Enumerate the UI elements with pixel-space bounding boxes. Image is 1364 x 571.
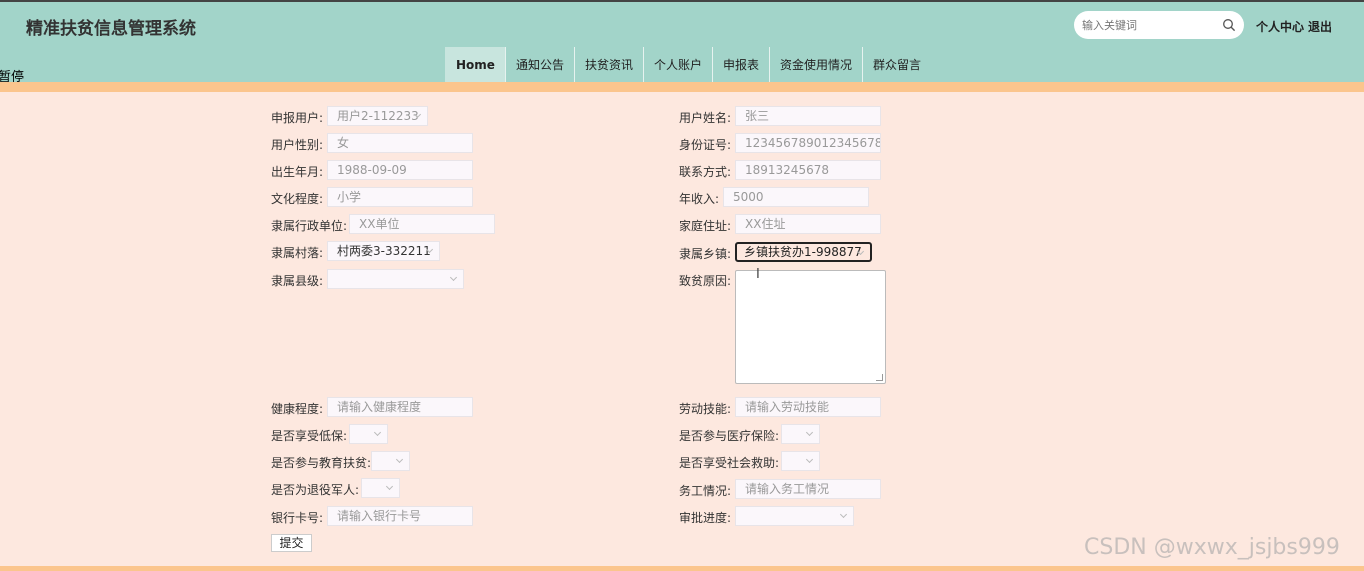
address-label: 家庭住址: xyxy=(679,219,732,233)
admin-unit-label: 隶属行政单位: xyxy=(271,219,348,233)
user-name-label: 用户姓名: xyxy=(679,111,732,125)
admin-unit-input[interactable]: XX单位 xyxy=(349,214,495,234)
county-label: 隶属县级: xyxy=(271,274,324,288)
education-aid-label: 是否参与教育扶贫: xyxy=(271,456,372,470)
app-title: 精准扶贫信息管理系统 xyxy=(26,19,196,39)
low-income-select[interactable] xyxy=(349,424,388,444)
contact-input[interactable]: 18913245678 xyxy=(735,160,881,180)
search-box xyxy=(1074,11,1244,39)
birth-label: 出生年月: xyxy=(271,165,324,179)
logout-link[interactable]: 退出 xyxy=(1308,18,1332,35)
education-label: 文化程度: xyxy=(271,192,324,206)
text-cursor-icon: I xyxy=(756,267,760,282)
search-input[interactable] xyxy=(1082,16,1217,34)
approval-label: 审批进度: xyxy=(679,511,732,525)
nav-news[interactable]: 扶贫资讯 xyxy=(573,47,643,84)
social-aid-select[interactable] xyxy=(781,451,820,471)
footer-divider xyxy=(0,566,1364,571)
poverty-reason-label: 致贫原因: xyxy=(679,274,732,288)
applicant-user-select[interactable]: 用户2-112233 xyxy=(327,106,428,126)
header-divider xyxy=(0,82,1364,92)
village-label: 隶属村落: xyxy=(271,246,324,260)
user-name-input[interactable]: 张三 xyxy=(735,106,881,126)
township-label: 隶属乡镇: xyxy=(679,247,732,261)
nav-home[interactable]: Home xyxy=(445,47,505,84)
bank-card-input[interactable]: 请输入银行卡号 xyxy=(327,506,473,526)
education-input[interactable]: 小学 xyxy=(327,187,473,207)
nav-account[interactable]: 个人账户 xyxy=(642,47,712,84)
work-status-input[interactable]: 请输入务工情况 xyxy=(735,479,881,499)
village-select[interactable]: 村两委3-332211 xyxy=(327,241,440,261)
birth-input[interactable]: 1988-09-09 xyxy=(327,160,473,180)
poverty-reason-textarea[interactable] xyxy=(735,270,886,384)
watermark: CSDN @wxwx_jsjbs999 xyxy=(1084,535,1340,560)
bank-card-label: 银行卡号: xyxy=(271,511,324,525)
nav-fund-usage[interactable]: 资金使用情况 xyxy=(769,47,862,84)
veteran-label: 是否为退役军人: xyxy=(271,483,360,497)
approval-select[interactable] xyxy=(735,506,854,526)
resize-grip-icon[interactable] xyxy=(876,374,883,381)
veteran-select[interactable] xyxy=(361,478,400,498)
contact-label: 联系方式: xyxy=(679,165,732,179)
user-center-link[interactable]: 个人中心 xyxy=(1256,18,1304,35)
township-select[interactable]: 乡镇扶贫办1-998877 xyxy=(735,242,872,262)
nav-application[interactable]: 申报表 xyxy=(711,47,769,84)
work-status-label: 务工情况: xyxy=(679,484,732,498)
applicant-user-label: 申报用户: xyxy=(271,111,324,125)
labor-skill-input[interactable]: 请输入劳动技能 xyxy=(735,397,881,417)
nav-notices[interactable]: 通知公告 xyxy=(504,47,574,84)
address-input[interactable]: XX住址 xyxy=(735,214,881,234)
gender-input[interactable]: 女 xyxy=(327,133,473,153)
submit-button[interactable]: 提交 xyxy=(271,534,312,552)
labor-skill-label: 劳动技能: xyxy=(679,402,732,416)
main-nav: Home 通知公告 扶贫资讯 个人账户 申报表 资金使用情况 群众留言 xyxy=(445,47,932,84)
id-number-input[interactable]: 123456789012345678 xyxy=(735,133,881,153)
top-header: 精准扶贫信息管理系统 暂停 个人中心 退出 Home 通知公告 扶贫资讯 个人账… xyxy=(0,0,1364,85)
health-label: 健康程度: xyxy=(271,402,324,416)
search-icon[interactable] xyxy=(1222,18,1236,32)
low-income-label: 是否享受低保: xyxy=(271,429,348,443)
education-aid-select[interactable] xyxy=(371,451,410,471)
income-label: 年收入: xyxy=(679,192,720,206)
medical-insurance-select[interactable] xyxy=(781,424,820,444)
social-aid-label: 是否享受社会救助: xyxy=(679,456,780,470)
id-number-label: 身份证号: xyxy=(679,138,732,152)
county-select[interactable] xyxy=(327,269,464,289)
nav-messages[interactable]: 群众留言 xyxy=(862,47,931,84)
medical-insurance-label: 是否参与医疗保险: xyxy=(679,429,780,443)
income-input[interactable]: 5000 xyxy=(723,187,869,207)
gender-label: 用户性别: xyxy=(271,138,324,152)
health-input[interactable]: 请输入健康程度 xyxy=(327,397,473,417)
